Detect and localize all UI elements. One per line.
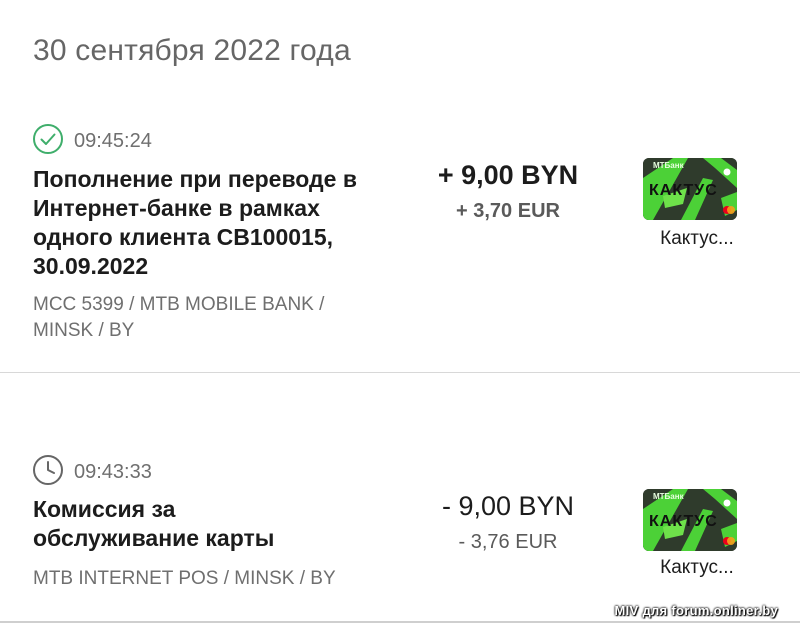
card-thumbnail: МТБанк КАКТУС (643, 158, 737, 220)
check-circle-icon (33, 124, 63, 154)
card-brand-text: КАКТУС (649, 513, 718, 530)
transaction-merchant: MTB INTERNET POS / MINSK / BY (33, 568, 336, 589)
card-name: Кактус... (660, 228, 734, 249)
card-bank-label: МТБанк (653, 492, 684, 501)
transaction-description: Пополнение при переводе в Интернет-банке… (33, 166, 357, 279)
transaction-amount: - 9,00 BYN (441, 491, 575, 521)
card-brand-text: КАКТУС (649, 182, 718, 199)
card-thumbnail: МТБанк КАКТУС (643, 489, 737, 551)
transaction-time: 09:45:24 (74, 130, 152, 152)
transaction-amount: + 9,00 BYN (437, 160, 579, 190)
clock-icon (33, 455, 63, 485)
card-bank-label: МТБанк (653, 161, 684, 170)
divider (0, 621, 800, 623)
divider (0, 372, 800, 373)
date-header: 30 сентября 2022 года (33, 34, 351, 67)
card-name: Кактус... (660, 557, 734, 578)
transaction-amount-converted: - 3,76 EUR (458, 531, 558, 553)
transaction-time: 09:43:33 (74, 461, 152, 483)
transaction-merchant: MCC 5399 / MTB MOBILE BANK / MINSK / BY (33, 294, 325, 341)
watermark: MIV для forum.onliner.by (614, 603, 778, 618)
transaction-description: Комиссия за обслуживание карты (33, 496, 275, 551)
transaction-amount-converted: + 3,70 EUR (456, 200, 560, 222)
